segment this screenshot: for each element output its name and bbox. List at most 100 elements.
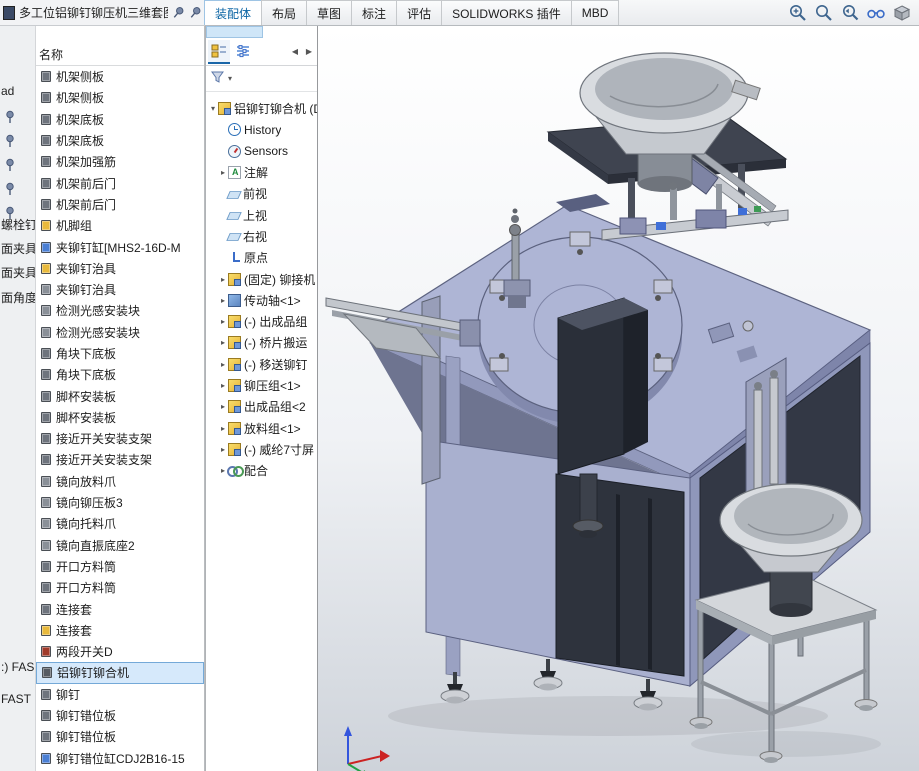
expand-arrow-icon[interactable]: ▸ bbox=[218, 424, 228, 433]
list-item[interactable]: 角块下底板 bbox=[36, 343, 204, 364]
list-item[interactable]: 铆钉错位板 bbox=[36, 726, 204, 747]
tree-item[interactable]: ▸(-) 移送铆钉 bbox=[206, 354, 317, 375]
list-item[interactable]: 镜向托料爪 bbox=[36, 513, 204, 534]
expand-arrow-icon[interactable]: ▸ bbox=[218, 360, 228, 369]
list-item[interactable]: 铆钉错位板 bbox=[36, 705, 204, 726]
list-item[interactable]: 机架前后门 bbox=[36, 194, 204, 215]
expand-arrow-icon[interactable]: ▸ bbox=[218, 296, 228, 305]
filter-dropdown-arrow[interactable]: ▾ bbox=[228, 74, 232, 83]
part-icon bbox=[41, 92, 51, 103]
list-item[interactable]: 铝铆钉铆合机 bbox=[36, 662, 204, 683]
tree-item[interactable]: Sensors bbox=[206, 141, 317, 162]
tree-item[interactable]: ▾铝铆钉铆合机 (D bbox=[206, 98, 317, 119]
tree-item[interactable]: ▸放料组<1> bbox=[206, 417, 317, 438]
list-item[interactable]: 机架底板 bbox=[36, 109, 204, 130]
list-item[interactable]: 连接套 bbox=[36, 598, 204, 619]
expand-arrow-icon[interactable]: ▸ bbox=[218, 275, 228, 284]
tree-item[interactable]: ▸铆压组<1> bbox=[206, 375, 317, 396]
list-item-label: 机脚组 bbox=[56, 217, 92, 234]
expand-arrow-icon[interactable]: ▾ bbox=[208, 104, 218, 113]
pin-icon[interactable] bbox=[4, 110, 16, 124]
tree-item[interactable]: ▸(-) 桥片搬运 bbox=[206, 332, 317, 353]
column-header-name[interactable]: 名称 bbox=[36, 46, 204, 66]
list-item[interactable]: 机架侧板 bbox=[36, 87, 204, 108]
ribbon-tab[interactable]: SOLIDWORKS 插件 bbox=[441, 0, 572, 25]
ribbon-tab[interactable]: 评估 bbox=[396, 0, 442, 25]
list-item[interactable]: 开口方料筒 bbox=[36, 577, 204, 598]
pane-right-arrow[interactable]: ▶ bbox=[303, 44, 315, 60]
list-item-label: 机架加强筋 bbox=[56, 153, 116, 170]
list-item[interactable]: 夹铆钉治具 bbox=[36, 279, 204, 300]
pin-icon[interactable] bbox=[4, 158, 16, 172]
graphics-viewport[interactable] bbox=[318, 26, 919, 771]
pin-icon[interactable] bbox=[169, 3, 188, 22]
zoom-in-icon[interactable] bbox=[787, 2, 809, 24]
list-item[interactable]: 机架侧板 bbox=[36, 66, 204, 87]
tree-item[interactable]: 前视 bbox=[206, 183, 317, 204]
pin-icon[interactable] bbox=[4, 182, 16, 196]
view-settings-icon[interactable] bbox=[891, 2, 913, 24]
ribbon-tab[interactable]: 布局 bbox=[261, 0, 307, 25]
list-item[interactable]: 两段开关D bbox=[36, 641, 204, 662]
expand-arrow-icon[interactable]: ▸ bbox=[218, 338, 228, 347]
tree-item[interactable]: ▸注解 bbox=[206, 162, 317, 183]
ribbon-tab[interactable]: 装配体 bbox=[204, 0, 262, 25]
tree-item[interactable]: 右视 bbox=[206, 226, 317, 247]
tree-item[interactable]: ▸(-) 威纶7寸屏 bbox=[206, 439, 317, 460]
pin-icon[interactable] bbox=[4, 134, 16, 148]
list-item[interactable]: 机架前后门 bbox=[36, 172, 204, 193]
expand-arrow-icon[interactable]: ▸ bbox=[218, 381, 228, 390]
tree-item-label: (-) 出成品组 bbox=[244, 313, 307, 330]
list-item[interactable]: 夹铆钉治具 bbox=[36, 258, 204, 279]
list-item[interactable]: 铆钉错位缸CDJ2B16-15 bbox=[36, 748, 204, 769]
list-item[interactable]: 检测光感安装块 bbox=[36, 300, 204, 321]
ribbon-tab[interactable]: 草图 bbox=[306, 0, 352, 25]
expand-arrow-icon[interactable]: ▸ bbox=[218, 168, 228, 177]
last-view-icon[interactable] bbox=[839, 2, 861, 24]
list-item[interactable]: 开口方料筒 bbox=[36, 556, 204, 577]
tree-item[interactable]: History bbox=[206, 119, 317, 140]
assembly-icon bbox=[218, 102, 231, 115]
tree-item[interactable]: ▸ (-) 出成品组 bbox=[206, 311, 317, 332]
ribbon-tab[interactable]: 标注 bbox=[351, 0, 397, 25]
clipped-label: :) FAS bbox=[1, 660, 34, 674]
tree-item[interactable]: ▸出成品组<2 bbox=[206, 396, 317, 417]
tree-item[interactable]: 原点 bbox=[206, 247, 317, 268]
list-item[interactable]: 连接套 bbox=[36, 620, 204, 641]
tree-item[interactable]: 上视 bbox=[206, 204, 317, 225]
expand-arrow-icon[interactable]: ▸ bbox=[218, 317, 228, 326]
list-item[interactable]: 镜向直振底座2 bbox=[36, 535, 204, 556]
filter-icon[interactable] bbox=[210, 70, 225, 87]
propertymanager-tab[interactable] bbox=[232, 40, 254, 64]
list-item[interactable]: 接近开关安装支架 bbox=[36, 449, 204, 470]
list-item[interactable]: 铆钉 bbox=[36, 684, 204, 705]
expand-arrow-icon[interactable]: ▸ bbox=[218, 402, 228, 411]
tree-item[interactable]: ▸传动轴<1> bbox=[206, 290, 317, 311]
list-item[interactable]: 接近开关安装支架 bbox=[36, 428, 204, 449]
machine-3d-model[interactable] bbox=[318, 26, 919, 771]
list-item[interactable]: 镜向放料爪 bbox=[36, 471, 204, 492]
list-item[interactable]: 夹铆钉缸[MHS2-16D-M bbox=[36, 236, 204, 257]
list-item-label: 角块下底板 bbox=[56, 345, 116, 362]
list-item[interactable]: 机脚组 bbox=[36, 215, 204, 236]
center-tower[interactable] bbox=[558, 298, 648, 474]
pin-icon[interactable] bbox=[186, 3, 205, 22]
annotations-icon bbox=[228, 166, 241, 179]
list-item[interactable]: 脚杯安装板 bbox=[36, 385, 204, 406]
expand-arrow-icon[interactable]: ▸ bbox=[218, 445, 228, 454]
featuremanager-tab[interactable] bbox=[208, 40, 230, 64]
tree-item[interactable]: ▸配合 bbox=[206, 460, 317, 481]
ribbon-tab[interactable]: MBD bbox=[571, 0, 620, 25]
pane-left-arrow[interactable]: ◀ bbox=[289, 44, 301, 60]
list-item[interactable]: 机架加强筋 bbox=[36, 151, 204, 172]
tree-item[interactable]: ▸(固定) 铆接机 bbox=[206, 268, 317, 289]
list-item[interactable]: 机架底板 bbox=[36, 130, 204, 151]
hide-show-items-icon[interactable] bbox=[865, 2, 887, 24]
list-item[interactable]: 检测光感安装块 bbox=[36, 322, 204, 343]
list-item[interactable]: 角块下底板 bbox=[36, 364, 204, 385]
list-item[interactable]: 镜向铆压板3 bbox=[36, 492, 204, 513]
tree-item-label: Sensors bbox=[244, 144, 288, 158]
part-icon bbox=[41, 582, 51, 593]
list-item[interactable]: 脚杯安装板 bbox=[36, 407, 204, 428]
zoom-fit-icon[interactable] bbox=[813, 2, 835, 24]
